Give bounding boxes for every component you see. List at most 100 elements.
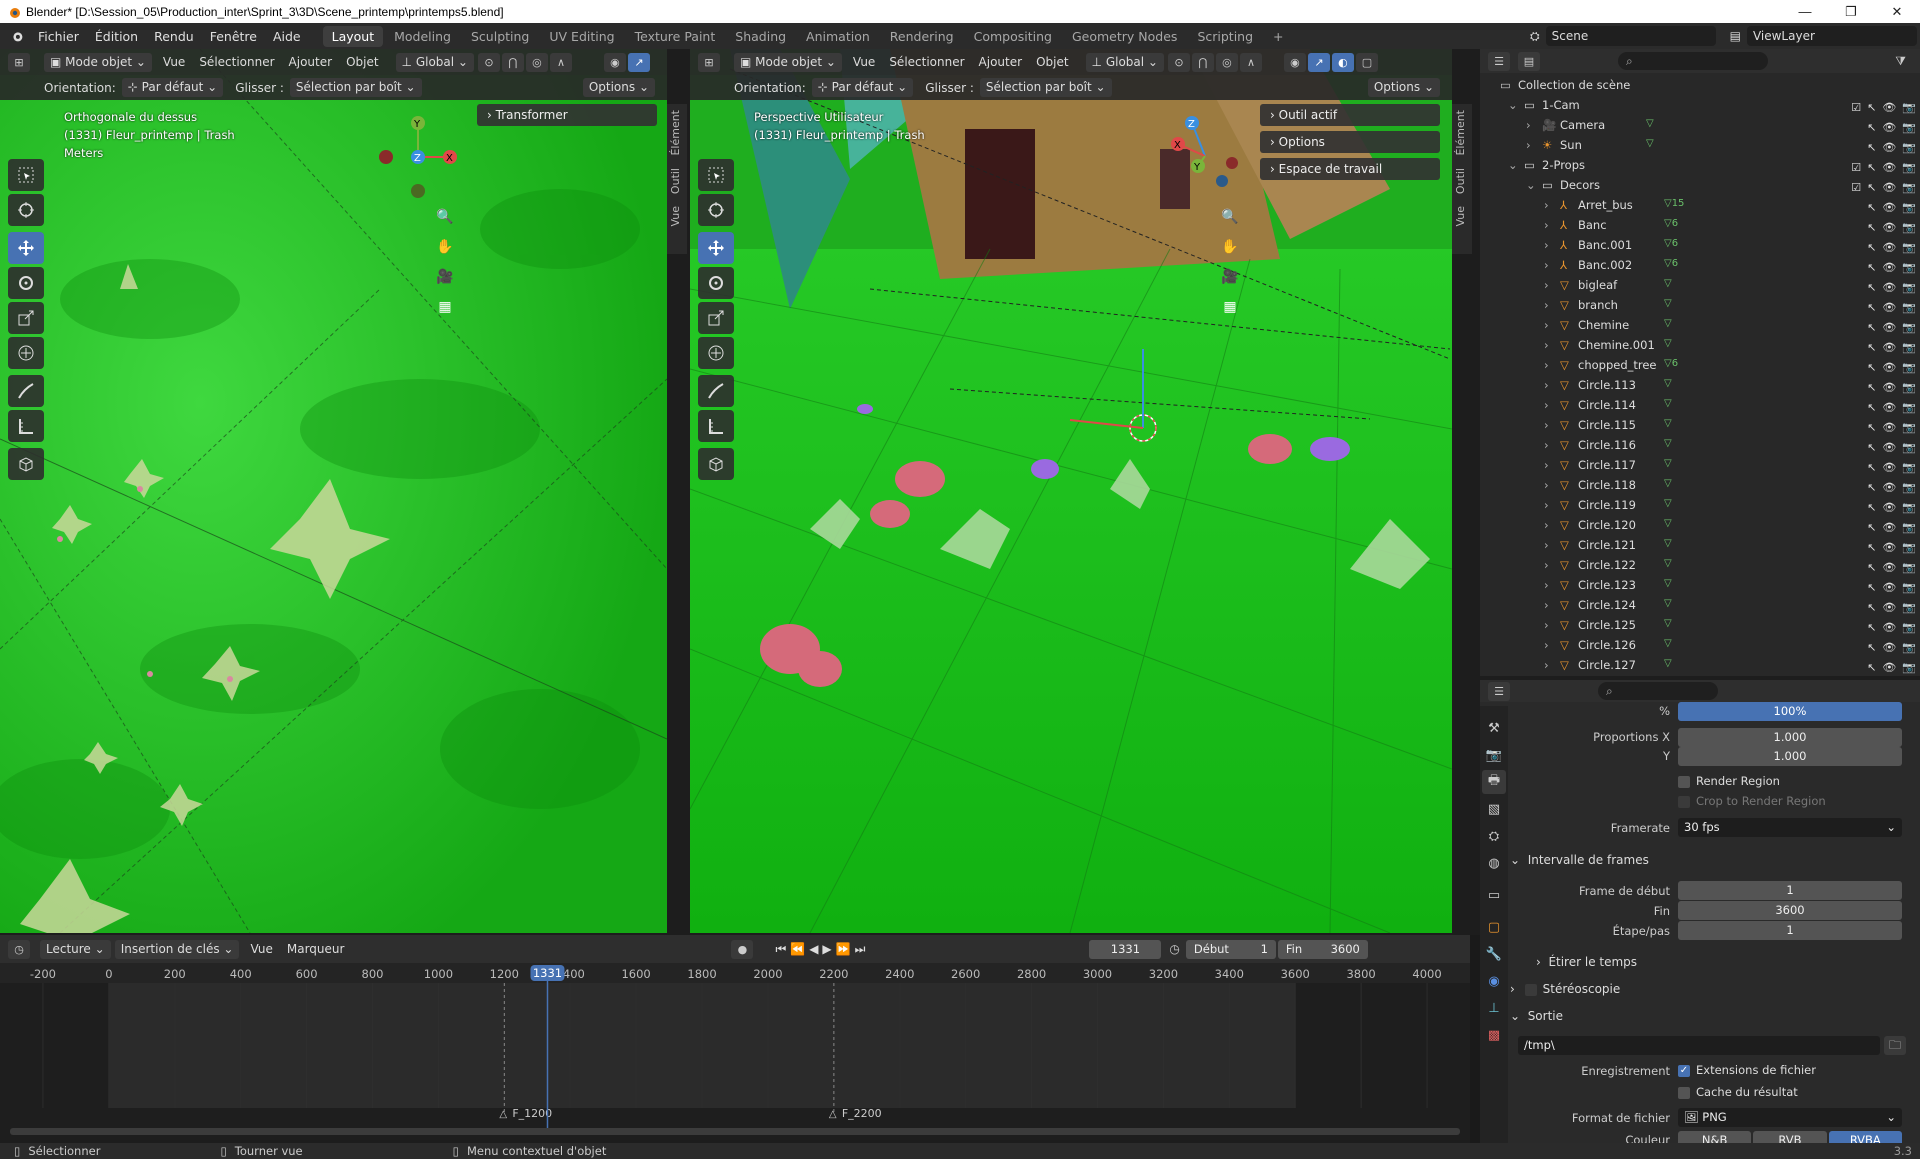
mesh-data-icon[interactable]: ▽6 [1664, 218, 1678, 229]
camera-view-icon[interactable]: 🎥 [1217, 264, 1243, 290]
annotate-tool[interactable] [8, 375, 44, 407]
viewlayer-icon[interactable]: ▤ [1730, 29, 1741, 43]
selectable-icon[interactable]: ↖ [1867, 661, 1876, 674]
properties-search-input[interactable]: ⌕ [1598, 682, 1718, 700]
mode-dropdown[interactable]: ▣ Mode objet ⌄ [44, 52, 152, 72]
editor-type-icon[interactable]: ⊞ [698, 52, 720, 72]
expand-toggle-icon[interactable]: › [1544, 498, 1549, 512]
tab-view[interactable]: Vue [667, 200, 684, 233]
eye-icon[interactable]: 👁 [1882, 641, 1896, 654]
xray-icon[interactable]: ▢ [1355, 52, 1378, 72]
current-frame-field[interactable]: 1331 [1089, 939, 1162, 959]
overlay-toggle-icon[interactable]: ◐ [1331, 52, 1354, 72]
render-camera-icon[interactable]: 📷 [1902, 421, 1916, 434]
menu-file[interactable]: Fichier [30, 29, 87, 44]
color-mode-rgba[interactable]: RVBA [1828, 1131, 1902, 1143]
selectable-icon[interactable]: ↖ [1867, 141, 1876, 154]
selectable-icon[interactable]: ↖ [1867, 641, 1876, 654]
end-frame-field[interactable]: Fin 3600 [1277, 939, 1368, 959]
menu-add[interactable]: Ajouter [972, 55, 1030, 69]
render-camera-icon[interactable]: 📷 [1902, 401, 1916, 414]
selectable-icon[interactable]: ↖ [1867, 561, 1876, 574]
move-tool[interactable] [698, 232, 734, 264]
tab-scripting[interactable]: Scripting [1188, 26, 1262, 47]
color-mode-rgb[interactable]: RVB [1753, 1131, 1827, 1143]
expand-toggle-icon[interactable]: › [1544, 418, 1549, 432]
mesh-data-icon[interactable]: ▽15 [1664, 198, 1684, 209]
selectable-icon[interactable]: ↖ [1867, 541, 1876, 554]
render-camera-icon[interactable]: 📷 [1902, 601, 1916, 614]
outliner-row[interactable]: › ▽ Circle.127 ▽ ↖ 👁 📷 [1480, 658, 1920, 678]
tab-shading[interactable]: Shading [726, 26, 795, 47]
add-cube-tool[interactable] [8, 448, 44, 480]
eye-icon[interactable]: 👁 [1882, 281, 1896, 294]
eye-icon[interactable]: 👁 [1882, 621, 1896, 634]
expand-toggle-icon[interactable]: › [1544, 218, 1549, 232]
expand-toggle-icon[interactable]: › [1544, 198, 1549, 212]
mesh-data-icon[interactable]: ▽ [1646, 138, 1654, 149]
menu-view[interactable]: Vue [156, 55, 192, 69]
eye-icon[interactable]: 👁 [1882, 181, 1896, 194]
menu-view[interactable]: Vue [846, 55, 882, 69]
menu-add[interactable]: Ajouter [282, 55, 340, 69]
menu-edit[interactable]: Édition [87, 29, 146, 44]
playback-menu[interactable]: Lecture ⌄ [40, 939, 111, 959]
display-mode-icon[interactable]: ▤ [1518, 51, 1540, 71]
render-camera-icon[interactable]: 📷 [1902, 381, 1916, 394]
mesh-data-icon[interactable]: ▽ [1664, 378, 1672, 389]
expand-toggle-icon[interactable]: › [1544, 378, 1549, 392]
outliner-row[interactable]: › ▽ branch ▽ ↖ 👁 📷 [1480, 298, 1920, 318]
cache-result-checkbox[interactable]: Cache du résultat [1678, 1085, 1798, 1099]
collection-tab-icon[interactable]: ▭ [1482, 883, 1506, 907]
outliner-row[interactable]: › ▽ Circle.114 ▽ ↖ 👁 📷 [1480, 398, 1920, 418]
eye-icon[interactable]: 👁 [1882, 541, 1896, 554]
orientation-dropdown[interactable]: ⊹ Par défaut ⌄ [121, 78, 224, 97]
transform-tool[interactable] [8, 337, 44, 369]
scene-selector[interactable]: Scene [1545, 26, 1716, 46]
render-camera-icon[interactable]: 📷 [1902, 581, 1916, 594]
selectable-icon[interactable]: ↖ [1867, 381, 1876, 394]
zoom-icon[interactable]: 🔍 [432, 204, 458, 230]
view-layer-tab-icon[interactable]: ▧ [1482, 797, 1506, 821]
expand-toggle-icon[interactable]: › [1544, 318, 1549, 332]
selectable-icon[interactable]: ↖ [1867, 521, 1876, 534]
mesh-data-icon[interactable]: ▽ [1664, 538, 1672, 549]
snap-icon[interactable]: ⋂ [1191, 52, 1214, 72]
scene-icon[interactable]: ⛭ [1530, 29, 1540, 44]
mesh-data-icon[interactable]: ▽ [1664, 338, 1672, 349]
eye-icon[interactable]: 👁 [1882, 401, 1896, 414]
eye-icon[interactable]: 👁 [1882, 661, 1896, 674]
render-camera-icon[interactable]: 📷 [1902, 521, 1916, 534]
cursor-tool[interactable] [698, 194, 734, 226]
visibility-icon[interactable]: ◉ [603, 52, 626, 72]
exclude-checkbox[interactable]: ☑ [1851, 161, 1861, 174]
tab-rendering[interactable]: Rendering [881, 26, 963, 47]
selectable-icon[interactable]: ↖ [1867, 441, 1876, 454]
eye-icon[interactable]: 👁 [1882, 361, 1896, 374]
selectable-icon[interactable]: ↖ [1867, 121, 1876, 134]
menu-select[interactable]: Sélectionner [192, 55, 281, 69]
constraint-tab-icon[interactable]: ⊥ [1482, 996, 1506, 1020]
tab-item[interactable]: Élément [667, 104, 684, 162]
timeline-scrollbar[interactable] [10, 1128, 1460, 1135]
render-camera-icon[interactable]: 📷 [1902, 281, 1916, 294]
render-camera-icon[interactable]: 📷 [1902, 161, 1916, 174]
render-camera-icon[interactable]: 📷 [1902, 641, 1916, 654]
transform-orientation-dropdown[interactable]: ⊥ Global ⌄ [395, 52, 474, 72]
outliner-row[interactable]: › ▽ Circle.126 ▽ ↖ 👁 📷 [1480, 638, 1920, 658]
eye-icon[interactable]: 👁 [1882, 101, 1896, 114]
rotate-tool[interactable] [8, 267, 44, 299]
mesh-data-icon[interactable]: ▽ [1664, 518, 1672, 529]
gizmo-toggle-icon[interactable]: ↗ [627, 52, 650, 72]
render-camera-icon[interactable]: 📷 [1902, 181, 1916, 194]
eye-icon[interactable]: 👁 [1882, 261, 1896, 274]
snap-icon[interactable]: ⋂ [501, 52, 524, 72]
eye-icon[interactable]: 👁 [1882, 421, 1896, 434]
selectable-icon[interactable]: ↖ [1867, 581, 1876, 594]
render-camera-icon[interactable]: 📷 [1902, 241, 1916, 254]
selectable-icon[interactable]: ↖ [1867, 221, 1876, 234]
tab-view[interactable]: Vue [1452, 200, 1469, 233]
outliner-row[interactable]: ⌄ ▭ Decors ☑ ↖ 👁 📷 [1480, 178, 1920, 198]
pan-hand-icon[interactable]: ✋ [1217, 234, 1243, 260]
outliner-row[interactable]: › ▽ Chemine ▽ ↖ 👁 📷 [1480, 318, 1920, 338]
